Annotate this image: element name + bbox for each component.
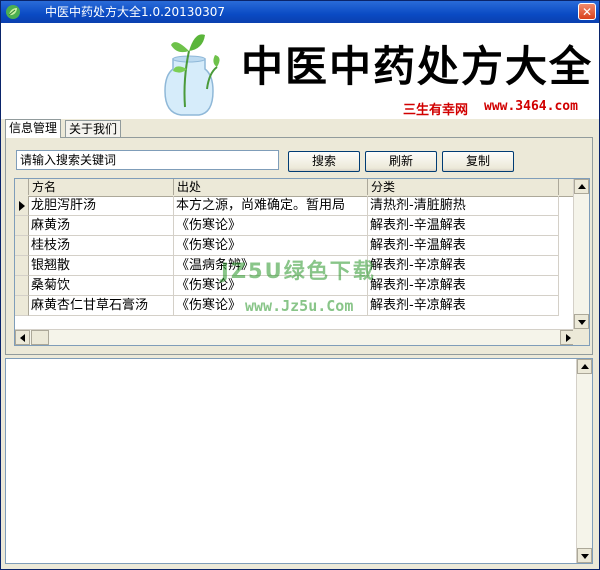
detail-scroll-down-button[interactable] bbox=[577, 548, 592, 563]
window-title: 中医中药处方大全1.0.20130307 bbox=[45, 5, 225, 19]
header-indicator bbox=[15, 179, 29, 195]
row-indicator bbox=[15, 216, 29, 236]
arrow-down-icon bbox=[581, 554, 589, 559]
triangle-right-icon bbox=[19, 201, 25, 211]
cell-category[interactable]: 解表剂-辛凉解表 bbox=[368, 276, 559, 296]
scrollbar-corner bbox=[573, 329, 589, 345]
banner-site-url[interactable]: www.3464.com bbox=[484, 99, 578, 114]
cell-category[interactable]: 解表剂-辛凉解表 bbox=[368, 256, 559, 276]
detail-vertical-scrollbar[interactable] bbox=[576, 359, 592, 563]
detail-scroll-up-button[interactable] bbox=[577, 359, 592, 374]
cell-source[interactable]: 本方之源，尚难确定。暂用局 bbox=[174, 196, 368, 216]
tab-panel: 请输入搜索关键词 搜索 刷新 复制 方名 出处 分类 龙胆泻肝汤 本方之源，尚难… bbox=[5, 137, 593, 355]
row-indicator bbox=[15, 236, 29, 256]
copy-button[interactable]: 复制 bbox=[442, 151, 514, 172]
arrow-down-icon bbox=[578, 320, 586, 325]
banner: 中医中药处方大全 三生有幸网 www.3464.com bbox=[1, 23, 599, 119]
arrow-up-icon bbox=[581, 364, 589, 369]
close-button[interactable]: ✕ bbox=[578, 3, 596, 20]
row-indicator bbox=[15, 296, 29, 316]
title-bar[interactable]: 中医中药处方大全1.0.20130307 ✕ bbox=[1, 1, 599, 23]
cell-name[interactable]: 桂枝汤 bbox=[29, 236, 174, 256]
plant-bottle-icon bbox=[164, 34, 220, 116]
arrow-up-icon bbox=[578, 184, 586, 189]
cell-source[interactable]: 《伤寒论》 bbox=[174, 236, 368, 256]
row-indicator bbox=[15, 256, 29, 276]
scroll-up-button[interactable] bbox=[574, 179, 589, 194]
cell-category[interactable]: 解表剂-辛温解表 bbox=[368, 216, 559, 236]
column-header-source[interactable]: 出处 bbox=[174, 179, 368, 195]
tab-about-us[interactable]: 关于我们 bbox=[65, 120, 122, 137]
scroll-down-button[interactable] bbox=[574, 314, 589, 329]
detail-textarea[interactable] bbox=[5, 358, 593, 564]
cell-name[interactable]: 麻黄汤 bbox=[29, 216, 174, 236]
cell-category[interactable]: 解表剂-辛凉解表 bbox=[368, 296, 559, 316]
row-indicator bbox=[15, 276, 29, 296]
table-horizontal-scrollbar[interactable] bbox=[15, 329, 575, 345]
table-row[interactable]: 龙胆泻肝汤 本方之源，尚难确定。暂用局 清热剂-清脏腑热 bbox=[15, 196, 575, 216]
search-button[interactable]: 搜索 bbox=[288, 151, 360, 172]
app-window: 中医中药处方大全1.0.20130307 ✕ 中医中药处方大全 三生有幸网 ww… bbox=[0, 0, 600, 570]
table-row[interactable]: 麻黄汤 《伤寒论》 解表剂-辛温解表 bbox=[15, 216, 575, 236]
cell-name[interactable]: 麻黄杏仁甘草石膏汤 bbox=[29, 296, 174, 316]
scroll-left-button[interactable] bbox=[15, 330, 30, 345]
watermark-text: JZ5U绿色下载 bbox=[221, 259, 376, 283]
search-input[interactable]: 请输入搜索关键词 bbox=[16, 150, 279, 170]
tab-info-management[interactable]: 信息管理 bbox=[5, 119, 62, 138]
watermark-url: www.Jz5u.Com bbox=[245, 297, 354, 315]
cell-name[interactable]: 桑菊饮 bbox=[29, 276, 174, 296]
leaf-icon bbox=[6, 5, 20, 19]
cell-name[interactable]: 银翘散 bbox=[29, 256, 174, 276]
close-icon: ✕ bbox=[581, 5, 593, 19]
table-vertical-scrollbar[interactable] bbox=[573, 179, 589, 329]
cell-source[interactable]: 《伤寒论》 bbox=[174, 216, 368, 236]
cell-category[interactable]: 解表剂-辛温解表 bbox=[368, 236, 559, 256]
banner-site-name: 三生有幸网 bbox=[403, 103, 469, 118]
refresh-button[interactable]: 刷新 bbox=[365, 151, 437, 172]
cell-category[interactable]: 清热剂-清脏腑热 bbox=[368, 196, 559, 216]
cell-name[interactable]: 龙胆泻肝汤 bbox=[29, 196, 174, 216]
arrow-right-icon bbox=[566, 334, 571, 342]
banner-title: 中医中药处方大全 bbox=[241, 42, 594, 91]
column-header-category[interactable]: 分类 bbox=[368, 179, 559, 195]
table-header: 方名 出处 分类 bbox=[15, 179, 575, 197]
column-header-name[interactable]: 方名 bbox=[29, 179, 174, 195]
arrow-left-icon bbox=[20, 334, 25, 342]
row-indicator bbox=[15, 196, 29, 216]
horizontal-scroll-thumb[interactable] bbox=[31, 330, 49, 345]
table-row[interactable]: 桂枝汤 《伤寒论》 解表剂-辛温解表 bbox=[15, 236, 575, 256]
